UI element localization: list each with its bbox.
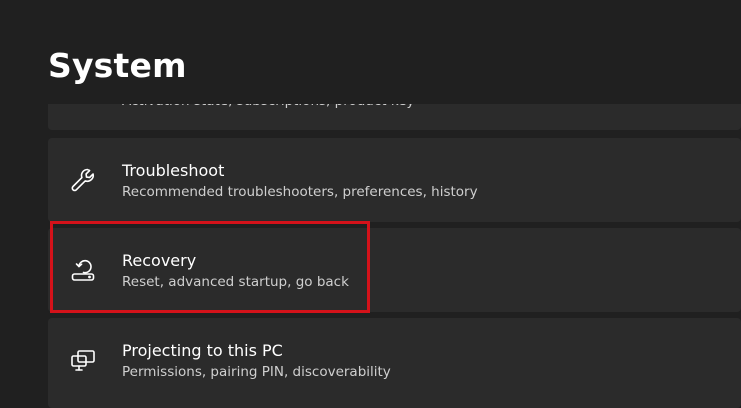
page-title: System	[48, 46, 187, 85]
settings-item-projecting[interactable]: Projecting to this PC Permissions, pairi…	[48, 318, 741, 408]
settings-item-title: Projecting to this PC	[122, 341, 283, 360]
wrench-icon	[68, 165, 98, 195]
settings-item-title: Recovery	[122, 251, 197, 270]
settings-item-subtitle: Reset, advanced startup, go back	[122, 274, 349, 290]
projecting-icon	[68, 345, 98, 375]
settings-item-title: Troubleshoot	[122, 161, 225, 180]
recovery-icon	[68, 255, 98, 285]
settings-item-subtitle: Permissions, pairing PIN, discoverabilit…	[122, 364, 391, 380]
settings-item-subtitle: Activation state, subscriptions, product…	[122, 93, 415, 109]
settings-item-subtitle: Recommended troubleshooters, preferences…	[122, 184, 478, 200]
settings-item-troubleshoot[interactable]: Troubleshoot Recommended troubleshooters…	[48, 138, 741, 222]
settings-item-recovery[interactable]: Recovery Reset, advanced startup, go bac…	[48, 228, 741, 312]
